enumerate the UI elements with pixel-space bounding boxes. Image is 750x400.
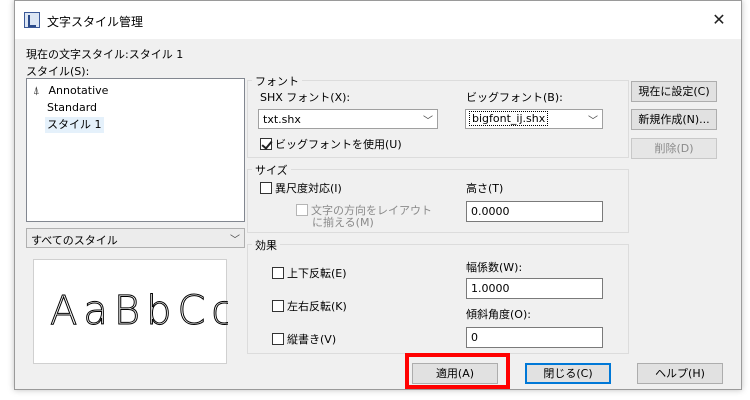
style-item-label: Annotative [48, 84, 109, 97]
size-group-title: サイズ [252, 162, 291, 178]
checkbox-checked-icon [260, 138, 272, 150]
close-icon[interactable]: ✕ [697, 1, 741, 39]
style-filter-value: すべてのスタイル [31, 234, 118, 247]
window-title: 文字スタイル管理 [47, 15, 144, 29]
annotative-label: 異尺度対応(I) [275, 182, 342, 195]
app-icon [24, 12, 40, 28]
match-layout-label-2: に揃える(M) [312, 216, 374, 229]
checkbox-icon [260, 182, 272, 194]
oblique-angle-input[interactable]: 0 [466, 327, 603, 348]
checkbox-icon [272, 333, 284, 345]
styles-list[interactable]: ⍋ Annotative Standard スタイル 1 [26, 78, 245, 222]
style-item-style1[interactable]: スタイル 1 [45, 117, 104, 133]
chevron-down-icon: ﹀ [230, 235, 240, 246]
vertical-checkbox[interactable]: 縦書き(V) [272, 331, 336, 347]
checkbox-icon [272, 300, 284, 312]
set-current-button[interactable]: 現在に設定(C) [631, 81, 717, 102]
vertical-label: 縦書き(V) [287, 333, 337, 346]
style-item-label: スタイル 1 [47, 118, 102, 131]
text-style-dialog: 文字スタイル管理 ✕ 現在の文字スタイル:スタイル 1 スタイル(S): ⍋ A… [14, 0, 742, 390]
help-button[interactable]: ヘルプ(H) [637, 363, 723, 384]
big-font-dropdown[interactable]: bigfont_ij.shx ﹀ [465, 109, 603, 129]
width-factor-input[interactable]: 1.0000 [466, 278, 603, 299]
height-input[interactable]: 0.0000 [466, 201, 603, 222]
style-item-label: Standard [47, 101, 98, 114]
highlight-box [405, 353, 510, 389]
checkbox-icon [296, 204, 308, 216]
preview-text-graphic: AaBbCc [50, 288, 234, 335]
upside-down-label: 上下反転(E) [287, 267, 347, 280]
font-group-title: フォント [252, 73, 302, 89]
delete-button[interactable]: 削除(D) [631, 138, 717, 159]
checkbox-icon [272, 267, 284, 279]
close-button[interactable]: 閉じる(C) [525, 363, 611, 384]
styles-label: スタイル(S): [26, 65, 90, 78]
shx-font-label: SHX フォント(X): [260, 91, 351, 104]
style-item-annotative[interactable]: ⍋ Annotative [33, 83, 108, 99]
chevron-down-icon: ﹀ [588, 116, 598, 127]
current-style-text: 現在の文字スタイル:スタイル 1 [26, 48, 184, 61]
big-font-value: bigfont_ij.shx [468, 111, 549, 126]
chevron-down-icon: ﹀ [423, 116, 433, 127]
new-button[interactable]: 新規作成(N)... [631, 109, 717, 130]
annotative-checkbox[interactable]: 異尺度対応(I) [260, 180, 342, 196]
size-group: サイズ 異尺度対応(I) 文字の方向をレイアウト に揃える(M) 高さ(T) 0… [247, 162, 629, 233]
preview-box: AaBbCc [33, 259, 234, 364]
style-filter-dropdown[interactable]: すべてのスタイル ﹀ [26, 228, 245, 248]
oblique-angle-label: 傾斜角度(O): [466, 308, 531, 321]
title-bar: 文字スタイル管理 ✕ [15, 1, 741, 39]
upside-down-checkbox[interactable]: 上下反転(E) [272, 265, 347, 281]
style-item-standard[interactable]: Standard [47, 100, 97, 116]
width-factor-label: 幅係数(W): [466, 261, 523, 274]
height-label: 高さ(T) [466, 182, 504, 195]
shx-font-value: txt.shx [263, 113, 301, 126]
backwards-checkbox[interactable]: 左右反転(K) [272, 298, 347, 314]
effects-group: 効果 上下反転(E) 左右反転(K) 縦書き(V) 幅係数(W): 1.0000… [247, 237, 629, 354]
use-big-font-checkbox[interactable]: ビッグフォントを使用(U) [260, 136, 402, 152]
shx-font-dropdown[interactable]: txt.shx ﹀ [258, 109, 438, 129]
backwards-label: 左右反転(K) [287, 300, 347, 313]
font-group: フォント SHX フォント(X): txt.shx ﹀ ビッグフォント(B): … [247, 73, 629, 158]
use-big-font-label: ビッグフォントを使用(U) [275, 138, 402, 151]
effects-group-title: 効果 [252, 237, 280, 253]
big-font-label: ビッグフォント(B): [466, 91, 563, 104]
preview-text: AaBbCc [50, 288, 228, 334]
annotative-icon: ⍋ [33, 84, 40, 97]
